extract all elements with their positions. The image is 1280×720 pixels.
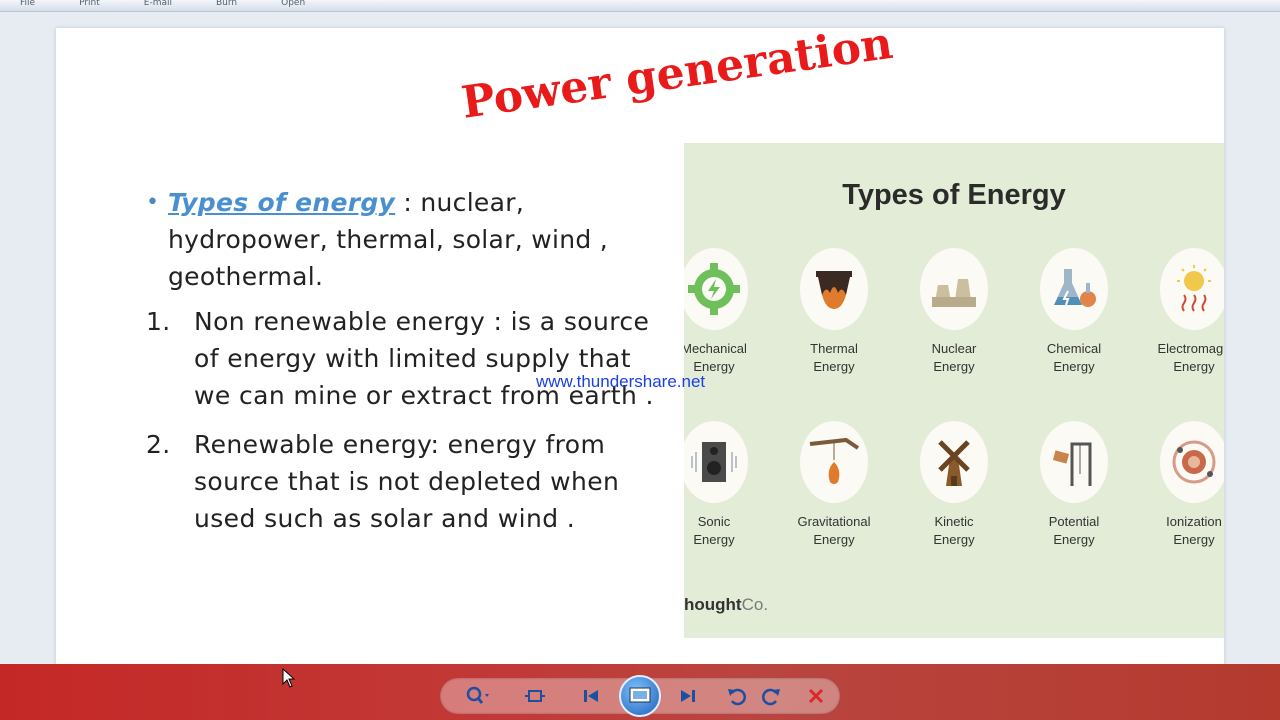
energy-type-kinetic: Kinetic Energy (884, 421, 1024, 549)
slideshow-button[interactable] (619, 675, 661, 717)
list-text: Renewable energy: energy from source tha… (194, 430, 620, 533)
next-button[interactable] (674, 682, 702, 710)
sun-icon (1177, 265, 1211, 312)
speaker-icon (691, 442, 737, 482)
nuclear-plant-icon (932, 279, 976, 307)
energy-type-electromagnetic: Electromagn Energy (1124, 248, 1224, 376)
list-item: 1. Non renewable energy : is a source of… (146, 303, 676, 414)
flask-icon (1054, 269, 1096, 307)
energy-label: Kinetic Energy (933, 514, 975, 547)
energy-label: Chemical Energy (1046, 341, 1102, 374)
bullet-types-of-energy: • Types of energy : nuclear, hydropower,… (146, 184, 676, 295)
falling-apple-icon (809, 437, 860, 484)
rotate-right-button[interactable] (757, 682, 785, 710)
rotate-left-button[interactable] (723, 682, 751, 710)
delete-button[interactable] (802, 682, 830, 710)
watermark-text: www.thundershare.net (536, 372, 706, 391)
list-number: 1. (146, 307, 171, 336)
numbered-list: 1. Non renewable energy : is a source of… (146, 303, 676, 537)
zoom-icon (466, 686, 489, 704)
energy-type-gravitational: Gravitational Energy (764, 421, 904, 549)
zoom-button[interactable] (464, 682, 492, 710)
fit-icon (525, 690, 545, 702)
previous-icon (584, 690, 598, 702)
previous-button[interactable] (577, 682, 605, 710)
menu-print[interactable]: Print (79, 0, 100, 11)
bullet-icon: • (146, 190, 160, 215)
fit-button[interactable] (521, 682, 549, 710)
list-number: 2. (146, 430, 171, 459)
brand-logo: houghtCo. (684, 595, 769, 614)
menu-burn[interactable]: Burn (216, 0, 237, 11)
delete-icon (808, 688, 824, 704)
menu-file[interactable]: File (20, 0, 35, 11)
list-item: 2. Renewable energy: energy from source … (146, 426, 676, 537)
slide-title: Power generation (458, 17, 896, 129)
menu-email[interactable]: E-mail (144, 0, 172, 11)
energy-label: Gravitational Energy (797, 514, 871, 547)
energy-type-potential: Potential Energy (1004, 421, 1144, 549)
slideshow-icon (629, 687, 651, 703)
windmill-icon (938, 440, 970, 486)
rotate-right-icon (762, 688, 780, 706)
energy-label: Ionization Energy (1166, 514, 1222, 547)
term-link[interactable]: Types of energy (168, 188, 395, 217)
energy-label: Nuclear Energy (931, 341, 977, 374)
energy-type-nuclear: Nuclear Energy (884, 248, 1024, 376)
energy-type-chemical: Chemical Energy (1004, 248, 1144, 376)
infographic-title: Types of Energy (842, 179, 1066, 211)
menu-open[interactable]: Open (281, 0, 305, 11)
next-icon (681, 690, 695, 702)
energy-type-ionization: Ionization Energy (1124, 421, 1224, 549)
energy-label: Electromagn Energy (1157, 341, 1225, 374)
rotate-left-icon (728, 688, 746, 706)
image-viewer: Power generation • Types of energy : nuc… (0, 12, 1280, 668)
mouse-cursor-icon (282, 667, 296, 692)
pot-fire-icon (816, 271, 852, 309)
menu-bar: File Print E-mail Burn Open (0, 0, 1280, 12)
gear-bolt-icon (688, 263, 740, 315)
atom-icon (1172, 440, 1216, 484)
pulley-icon (1052, 442, 1092, 486)
energy-label: Potential Energy (1048, 514, 1100, 547)
energy-label: Thermal Energy (810, 341, 858, 374)
slide: Power generation • Types of energy : nuc… (56, 18, 1224, 668)
energy-type-thermal: Thermal Energy (764, 248, 904, 376)
list-text: Non renewable energy : is a source of en… (194, 307, 654, 410)
energy-infographic: Types of Energy Mechanical Energy Therma… (684, 143, 1224, 638)
slide-content: • Types of energy : nuclear, hydropower,… (146, 184, 676, 549)
